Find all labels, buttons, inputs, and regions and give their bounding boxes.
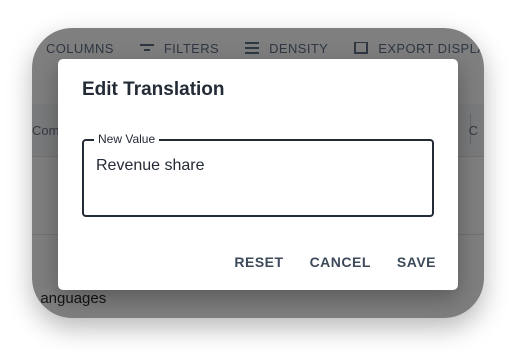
reset-button[interactable]: RESET xyxy=(234,254,283,270)
cancel-button[interactable]: CANCEL xyxy=(310,254,371,270)
edit-translation-dialog: Edit Translation New Value RESET CANCEL … xyxy=(58,59,458,290)
dialog-title: Edit Translation xyxy=(82,79,225,100)
app-window: COLUMNS FILTERS DENSITY EXPORT DISPLAY C… xyxy=(32,28,484,318)
dialog-actions: RESET CANCEL SAVE xyxy=(234,254,436,270)
save-button[interactable]: SAVE xyxy=(397,254,436,270)
new-value-input[interactable] xyxy=(96,157,416,175)
new-value-label: New Value xyxy=(94,132,160,146)
new-value-field[interactable]: New Value xyxy=(82,132,434,217)
